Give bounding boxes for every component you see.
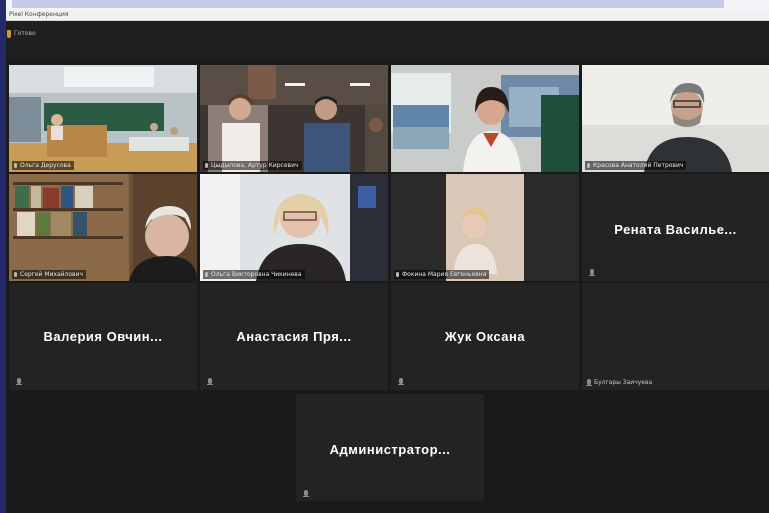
microphone-icon bbox=[398, 378, 404, 385]
participant-display-name: Администратор... bbox=[329, 442, 451, 457]
shield-icon[interactable] bbox=[7, 30, 11, 38]
top-accent-bar bbox=[12, 0, 724, 8]
participant-tile-11[interactable]: Жук Оксана bbox=[391, 283, 579, 390]
participant-tile-12[interactable]: Булгары Заичуева bbox=[582, 283, 769, 390]
video-feed bbox=[200, 65, 388, 172]
video-feed bbox=[9, 65, 197, 172]
meeting-info-bar: Готово bbox=[6, 21, 769, 61]
participant-tile-5[interactable]: Сергей Михайлович bbox=[9, 174, 197, 281]
participant-tile-4[interactable]: Красова Анатолий Петрович bbox=[582, 65, 769, 172]
participant-tile-9[interactable]: Валерия Овчин... bbox=[9, 283, 197, 390]
microphone-icon bbox=[303, 490, 309, 497]
participant-display-name: Жук Оксана bbox=[444, 329, 526, 344]
microphone-icon bbox=[207, 378, 213, 385]
participant-tile-8[interactable]: Рената Василье... bbox=[582, 174, 769, 281]
microphone-icon bbox=[396, 272, 399, 277]
window-title: Pixel Конференция bbox=[9, 11, 69, 18]
participant-tile-7[interactable]: Фокина Мария Евгеньевна bbox=[391, 174, 579, 281]
microphone-icon bbox=[14, 163, 17, 168]
participant-nametag: Цыдыпова, Артур Кирсевич bbox=[203, 161, 302, 170]
meeting-window: Готово Ольга Дерусова Цыдыпова, Артур Ки… bbox=[6, 21, 769, 513]
participant-tile-1[interactable]: Ольга Дерусова bbox=[9, 65, 197, 172]
video-feed bbox=[391, 174, 579, 281]
participant-display-name: Валерия Овчин... bbox=[43, 329, 163, 344]
participant-tile-6[interactable]: Ольга Викторовна Чикинева bbox=[200, 174, 388, 281]
participant-tile-10[interactable]: Анастасия Пря... bbox=[200, 283, 388, 390]
meeting-info-label: Готово bbox=[14, 30, 36, 37]
window-titlebar: Pixel Конференция bbox=[6, 10, 769, 21]
participant-display-name: Рената Василье... bbox=[614, 222, 737, 237]
microphone-icon bbox=[16, 378, 22, 385]
video-feed bbox=[9, 174, 197, 281]
microphone-icon bbox=[587, 163, 590, 168]
participant-label: Булгары Заичуева bbox=[594, 379, 653, 386]
browser-top-strip bbox=[0, 0, 769, 10]
participant-tile-3[interactable] bbox=[391, 65, 579, 172]
participant-nametag: Ольга Дерусова bbox=[12, 161, 74, 170]
participant-tile-13[interactable]: Администратор... bbox=[296, 394, 484, 501]
participant-nametag: Ольга Викторовна Чикинева bbox=[203, 270, 305, 279]
participant-nametag: Красова Анатолий Петрович bbox=[585, 161, 687, 170]
microphone-icon bbox=[205, 163, 208, 168]
microphone-icon bbox=[589, 269, 595, 276]
microphone-icon bbox=[205, 272, 208, 277]
video-feed bbox=[391, 65, 579, 172]
participant-tile-2[interactable]: Цыдыпова, Артур Кирсевич bbox=[200, 65, 388, 172]
microphone-icon bbox=[586, 379, 592, 386]
video-feed bbox=[200, 174, 388, 281]
participant-nametag: Сергей Михайлович bbox=[12, 270, 87, 279]
participant-nametag: Фокина Мария Евгеньевна bbox=[394, 270, 490, 279]
video-feed bbox=[582, 65, 769, 172]
participant-display-name: Анастасия Пря... bbox=[236, 329, 352, 344]
microphone-icon bbox=[14, 272, 17, 277]
